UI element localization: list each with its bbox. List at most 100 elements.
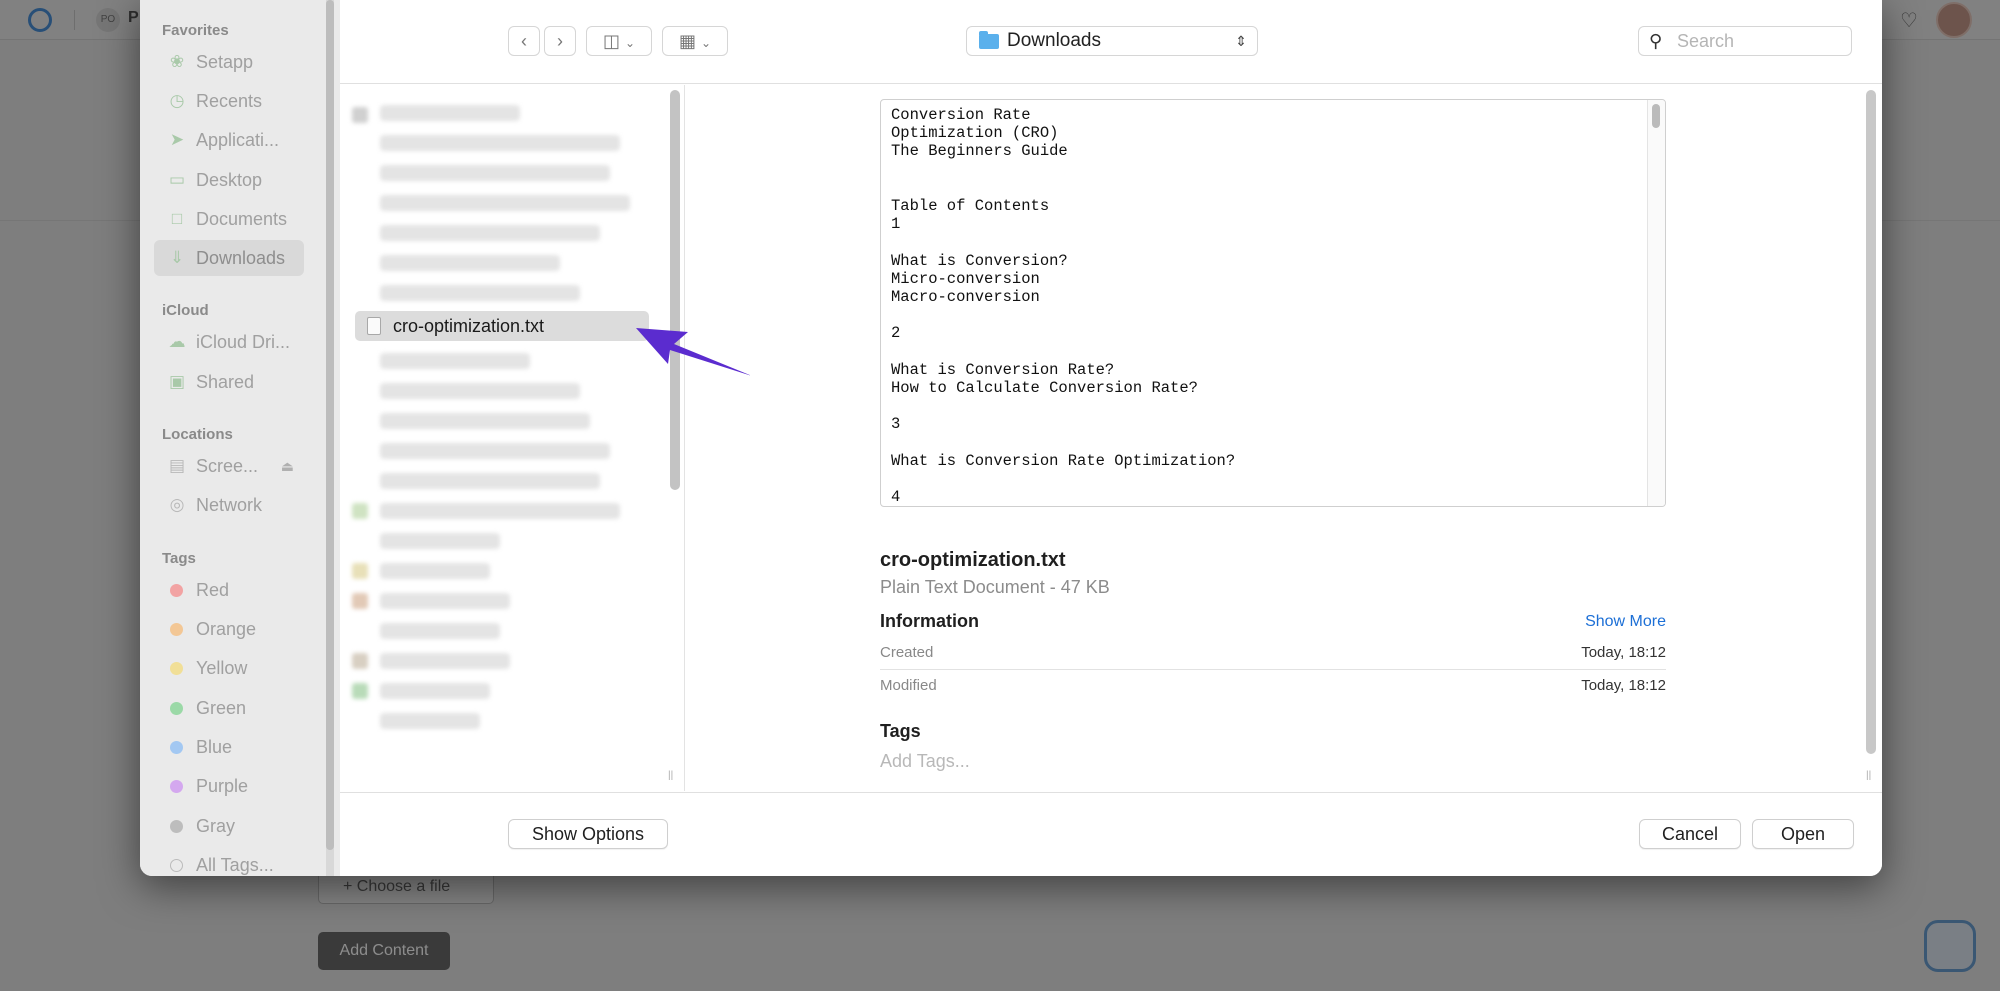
- sidebar-tag-blue[interactable]: Blue: [154, 729, 304, 765]
- created-value: Today, 18:12: [1581, 644, 1666, 661]
- sidebar-item-label: Blue: [196, 737, 233, 757]
- blurred-file-row[interactable]: [380, 503, 620, 519]
- sidebar-item-label: All Tags...: [196, 855, 274, 875]
- show-more-link[interactable]: Show More: [1566, 613, 1666, 631]
- sidebar-item-label: Recents: [196, 91, 263, 111]
- dialog-toolbar: ‹ › ◫ ⌄ ▦ ⌄ Downloads ⇕ ⚲ Search: [340, 0, 1882, 84]
- tag-dot-icon: [170, 780, 183, 793]
- sidebar-scrollbar[interactable]: [326, 0, 334, 850]
- location-popup[interactable]: Downloads ⇕: [966, 26, 1258, 56]
- sidebar-tag-gray[interactable]: Gray: [154, 808, 304, 844]
- modified-label: Modified: [880, 677, 937, 694]
- sidebar-item-applications[interactable]: ➤ Applicati...: [154, 122, 304, 158]
- file-preview-pane: Conversion Rate Optimization (CRO) The B…: [686, 85, 1870, 791]
- text-preview-scrollbar[interactable]: [1652, 104, 1660, 128]
- text-file-icon: [367, 317, 381, 335]
- desktop-icon: ▭: [168, 170, 186, 189]
- sidebar-item-label: Gray: [196, 816, 236, 836]
- blurred-file-row[interactable]: [380, 533, 500, 549]
- blurred-file-icon: [352, 503, 368, 519]
- sidebar-tag-all-tags[interactable]: All Tags...: [154, 847, 304, 876]
- text-preview[interactable]: Conversion Rate Optimization (CRO) The B…: [880, 99, 1666, 507]
- dialog-bottom-bar: Show Options Cancel Open: [340, 792, 1882, 876]
- preview-scrollbar[interactable]: [1866, 90, 1876, 754]
- blurred-file-row[interactable]: [380, 135, 620, 151]
- grid-icon: ▦: [678, 31, 696, 51]
- preview-file-kind: Plain Text Document - 47 KB: [880, 577, 1110, 597]
- blurred-file-row[interactable]: [380, 623, 500, 639]
- created-label: Created: [880, 644, 934, 661]
- annotation-arrow-icon: [636, 328, 750, 376]
- sidebar-item-setapp[interactable]: ❀ Setapp: [154, 44, 304, 80]
- icloud-heading: iCloud: [162, 302, 209, 319]
- blurred-file-row[interactable]: [380, 563, 490, 579]
- applications-icon: ➤: [169, 130, 185, 149]
- tags-heading-preview: Tags: [880, 721, 921, 741]
- forward-button[interactable]: ›: [544, 26, 576, 56]
- sidebar-item-network[interactable]: ◎ Network: [154, 487, 304, 523]
- sidebar-item-screenshots-drive[interactable]: ▤ Scree... ⏏: [154, 448, 304, 484]
- preview-resize-handle[interactable]: ||: [1866, 770, 1871, 781]
- blurred-file-row[interactable]: [380, 285, 580, 301]
- eject-icon[interactable]: ⏏: [281, 448, 294, 484]
- sidebar-tag-green[interactable]: Green: [154, 690, 304, 726]
- sidebar-tag-yellow[interactable]: Yellow: [154, 650, 304, 686]
- open-file-dialog: Favorites ❀ Setapp ◷ Recents ➤ Applicati…: [140, 0, 1882, 876]
- add-tags-input[interactable]: Add Tags...: [880, 751, 970, 772]
- sidebar-item-shared[interactable]: ▣ Shared: [154, 364, 304, 400]
- tag-dot-icon: [170, 702, 183, 715]
- tag-dot-icon: [170, 662, 183, 675]
- column-resize-handle[interactable]: ||: [668, 770, 673, 781]
- blurred-file-row[interactable]: [380, 105, 520, 121]
- sidebar-tag-red[interactable]: Red: [154, 572, 304, 608]
- blurred-file-row[interactable]: [380, 353, 530, 369]
- sidebar-tag-orange[interactable]: Orange: [154, 611, 304, 647]
- cancel-button[interactable]: Cancel: [1639, 819, 1741, 849]
- blurred-file-row[interactable]: [380, 383, 580, 399]
- blurred-file-icon: [352, 107, 368, 123]
- sidebar-item-downloads[interactable]: ⇓ Downloads: [154, 240, 304, 276]
- blurred-file-row[interactable]: [380, 593, 510, 609]
- sidebar-item-label: Yellow: [196, 658, 248, 678]
- file-list-scrollbar[interactable]: [670, 90, 680, 490]
- locations-heading: Locations: [162, 426, 233, 443]
- search-field[interactable]: ⚲ Search: [1638, 26, 1852, 56]
- blurred-file-icon: [352, 653, 368, 669]
- blurred-file-row[interactable]: [380, 653, 510, 669]
- open-button[interactable]: Open: [1752, 819, 1854, 849]
- blurred-file-icon: [352, 683, 368, 699]
- sidebar-item-label: Documents: [196, 209, 288, 229]
- blurred-file-row[interactable]: [380, 443, 610, 459]
- favorites-heading: Favorites: [162, 22, 229, 39]
- all-tags-icon: [170, 859, 183, 872]
- information-heading: Information: [880, 611, 979, 631]
- created-row: Created Today, 18:12: [880, 637, 1666, 669]
- chevron-right-icon: ›: [557, 31, 563, 51]
- sidebar-item-recents[interactable]: ◷ Recents: [154, 83, 304, 119]
- blurred-file-row[interactable]: [380, 165, 610, 181]
- view-mode-button[interactable]: ◫ ⌄: [586, 26, 652, 56]
- blurred-file-row[interactable]: [380, 255, 560, 271]
- tag-dot-icon: [170, 820, 183, 833]
- blurred-file-row[interactable]: [380, 683, 490, 699]
- show-options-button[interactable]: Show Options: [508, 819, 668, 849]
- search-input[interactable]: Search: [1677, 31, 1734, 51]
- sidebar-tag-purple[interactable]: Purple: [154, 768, 304, 804]
- modified-row: Modified Today, 18:12: [880, 670, 1666, 702]
- sidebar-item-label: Applicati...: [196, 130, 280, 150]
- sidebar-item-documents[interactable]: □ Documents: [154, 201, 304, 237]
- location-label: Downloads: [1007, 30, 1101, 51]
- blurred-file-row[interactable]: [380, 413, 590, 429]
- chevron-left-icon: ‹: [521, 31, 527, 51]
- setapp-icon: ❀: [169, 52, 185, 71]
- selected-file-row[interactable]: cro-optimization.txt: [355, 311, 649, 341]
- blurred-file-row[interactable]: [380, 473, 600, 489]
- blurred-file-row[interactable]: [380, 225, 600, 241]
- sidebar-item-label: Shared: [196, 372, 255, 392]
- sidebar-item-icloud-drive[interactable]: ☁ iCloud Dri...: [154, 324, 304, 360]
- sidebar-item-desktop[interactable]: ▭ Desktop: [154, 162, 304, 198]
- blurred-file-row[interactable]: [380, 195, 630, 211]
- blurred-file-row[interactable]: [380, 713, 480, 729]
- back-button[interactable]: ‹: [508, 26, 540, 56]
- group-button[interactable]: ▦ ⌄: [662, 26, 728, 56]
